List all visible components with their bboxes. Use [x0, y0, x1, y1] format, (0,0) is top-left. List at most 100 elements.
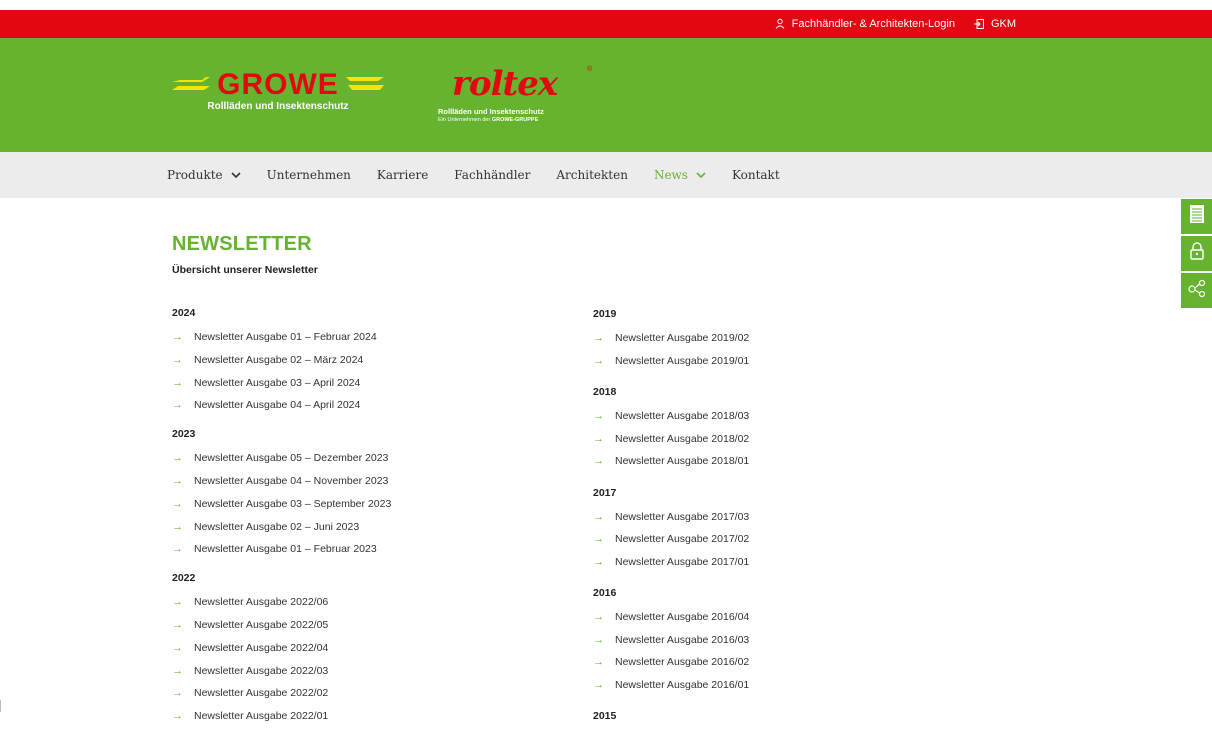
newsletter-link[interactable]: → Newsletter Ausgabe 2019/01	[593, 355, 749, 367]
arrow-right-icon: →	[593, 455, 604, 467]
growe-wordmark: GROWE	[172, 68, 384, 98]
newsletter-link-label: Newsletter Ausgabe 2019/02	[615, 332, 750, 344]
page-title: NEWSLETTER	[172, 233, 312, 255]
year-heading: 2024	[172, 307, 196, 319]
arrow-right-icon: →	[172, 497, 183, 510]
arrow-right-icon: →	[593, 432, 604, 445]
site-header: GROWE Rollläden und Insektenschutz rolte…	[0, 38, 1212, 152]
newsletter-link-label: Newsletter Ausgabe 03 – September 2023	[194, 497, 392, 510]
newsletter-link[interactable]: → Newsletter Ausgabe 2022/06	[172, 596, 328, 608]
newsletter-link[interactable]: → Newsletter Ausgabe 2018/01	[593, 455, 749, 467]
newsletter-link[interactable]: → Newsletter Ausgabe 2018/03	[593, 410, 749, 422]
newsletter-link[interactable]: → Newsletter Ausgabe 2017/01	[593, 556, 749, 568]
nav-item-architekten[interactable]: Architekten	[556, 168, 628, 182]
login-link-label: Fachhändler- & Architekten-Login	[791, 18, 955, 30]
year-heading: 2018	[593, 386, 617, 398]
newsletter-link[interactable]: → Newsletter Ausgabe 01 – Februar 2024	[172, 331, 377, 343]
newsletter-link[interactable]: → Newsletter Ausgabe 2022/01	[172, 710, 328, 722]
roltex-tagline: Ein Unternehmen der GROWE-GRUPPE	[438, 117, 538, 123]
arrow-right-icon: →	[593, 611, 604, 623]
newsletter-link[interactable]: → Newsletter Ausgabe 2022/05	[172, 619, 328, 631]
arrow-right-icon: →	[593, 555, 604, 568]
newsletter-link[interactable]: → Newsletter Ausgabe 02 – Juni 2023	[172, 521, 359, 533]
year-heading: 2015	[593, 710, 617, 722]
arrow-right-icon: →	[172, 543, 183, 556]
roltex-logo[interactable]: roltex ® Rollläden und Insektenschutz Ei…	[437, 66, 612, 126]
year-heading: 2019	[593, 308, 617, 320]
side-tool-document[interactable]	[1181, 199, 1212, 234]
newsletter-link[interactable]: → Newsletter Ausgabe 2018/02	[593, 433, 749, 445]
nav-item-fachhändler[interactable]: Fachhändler	[454, 168, 530, 182]
arrow-right-icon: →	[172, 641, 183, 654]
nav-item-karriere[interactable]: Karriere	[377, 168, 428, 182]
roltex-subtitle: Rollläden und Insektenschutz	[438, 107, 544, 116]
dealer-architect-login-link[interactable]: Fachhändler- & Architekten-Login	[774, 18, 955, 30]
newsletter-link-label: Newsletter Ausgabe 04 – November 2023	[194, 475, 389, 487]
arrow-right-icon: →	[172, 520, 183, 533]
newsletter-link-label: Newsletter Ausgabe 02 – März 2024	[194, 353, 364, 366]
newsletter-link[interactable]: → Newsletter Ausgabe 2022/03	[172, 665, 328, 677]
arrow-right-icon: →	[172, 475, 183, 487]
arrow-right-icon: →	[172, 619, 183, 631]
lock-icon	[1189, 241, 1205, 266]
newsletter-link[interactable]: → Newsletter Ausgabe 2016/01	[593, 679, 749, 691]
growe-logo[interactable]: GROWE Rollläden und Insektenschutz	[172, 68, 384, 120]
newsletter-link[interactable]: → Newsletter Ausgabe 04 – November 2023	[172, 475, 388, 487]
nav-item-label: Architekten	[556, 168, 628, 182]
newsletter-link[interactable]: → Newsletter Ausgabe 01 – Februar 2023	[172, 543, 377, 555]
nav-item-produkte[interactable]: Produkte	[167, 168, 241, 182]
arrow-right-icon: →	[593, 678, 604, 691]
newsletter-link[interactable]: → Newsletter Ausgabe 2022/04	[172, 642, 328, 654]
arrow-right-icon: →	[172, 353, 183, 366]
gkm-link[interactable]: GKM	[973, 18, 1016, 30]
newsletter-link-label: Newsletter Ausgabe 2016/02	[615, 656, 750, 668]
newsletter-link[interactable]: → Newsletter Ausgabe 03 – September 2023	[172, 498, 391, 510]
newsletter-link-label: Newsletter Ausgabe 2022/02	[194, 687, 329, 700]
nav-item-kontakt[interactable]: Kontakt	[732, 168, 780, 182]
chevron-down-icon	[231, 168, 241, 182]
arrow-right-icon: →	[593, 332, 604, 344]
newsletter-link[interactable]: → Newsletter Ausgabe 2017/02	[593, 533, 749, 545]
newsletter-link-label: Newsletter Ausgabe 2016/03	[615, 633, 750, 646]
newsletter-link[interactable]: → Newsletter Ausgabe 2017/03	[593, 511, 749, 523]
newsletter-link[interactable]: → Newsletter Ausgabe 2019/02	[593, 332, 749, 344]
newsletter-link-label: Newsletter Ausgabe 2022/06	[194, 596, 329, 609]
newsletter-link[interactable]: → Newsletter Ausgabe 02 – März 2024	[172, 354, 363, 366]
arrow-right-icon: →	[172, 452, 183, 465]
newsletter-link-label: Newsletter Ausgabe 2022/04	[194, 641, 329, 654]
newsletter-link-label: Newsletter Ausgabe 2019/01	[615, 354, 750, 367]
newsletter-link[interactable]: → Newsletter Ausgabe 03 – April 2024	[172, 377, 360, 389]
roltex-tagline-brand: GROWE-GRUPPE	[491, 117, 539, 123]
page-subtitle: Übersicht unserer Newsletter	[172, 264, 318, 276]
gkm-link-label: GKM	[990, 18, 1016, 30]
year-heading: 2022	[172, 572, 196, 585]
scroll-edge-mark	[0, 700, 1, 712]
arrow-right-icon: →	[593, 354, 604, 367]
newsletter-link-label: Newsletter Ausgabe 2017/02	[615, 533, 750, 545]
nav-item-label: Produkte	[167, 168, 223, 182]
newsletter-link[interactable]: → Newsletter Ausgabe 05 – Dezember 2023	[172, 452, 388, 464]
user-network-icon	[774, 18, 786, 30]
newsletter-link-label: Newsletter Ausgabe 2018/03	[615, 410, 750, 422]
nav-item-unternehmen[interactable]: Unternehmen	[267, 168, 351, 182]
chevron-down-icon	[696, 168, 706, 182]
svg-text:GROWE: GROWE	[217, 68, 339, 98]
arrow-right-icon: →	[172, 687, 183, 700]
nav-item-label: Fachhändler	[454, 168, 531, 182]
newsletter-link[interactable]: → Newsletter Ausgabe 04 – April 2024	[172, 399, 360, 411]
year-heading: 2016	[593, 587, 617, 599]
newsletter-link[interactable]: → Newsletter Ausgabe 2016/03	[593, 634, 749, 646]
nav-item-label: Kontakt	[731, 168, 780, 182]
newsletter-link-label: Newsletter Ausgabe 03 – April 2024	[194, 376, 361, 389]
side-tool-lock[interactable]	[1181, 236, 1212, 271]
arrow-right-icon: →	[593, 510, 604, 523]
newsletter-link[interactable]: → Newsletter Ausgabe 2022/02	[172, 687, 328, 699]
newsletter-link-label: Newsletter Ausgabe 2018/02	[615, 432, 750, 445]
arrow-right-icon: →	[172, 399, 183, 412]
newsletter-link[interactable]: → Newsletter Ausgabe 2016/02	[593, 656, 749, 668]
nav-item-news[interactable]: News	[654, 168, 706, 182]
nav-item-label: Unternehmen	[266, 168, 351, 182]
newsletter-link[interactable]: → Newsletter Ausgabe 2016/04	[593, 611, 749, 623]
arrow-right-icon: →	[593, 410, 604, 422]
side-tool-network[interactable]	[1181, 273, 1212, 308]
